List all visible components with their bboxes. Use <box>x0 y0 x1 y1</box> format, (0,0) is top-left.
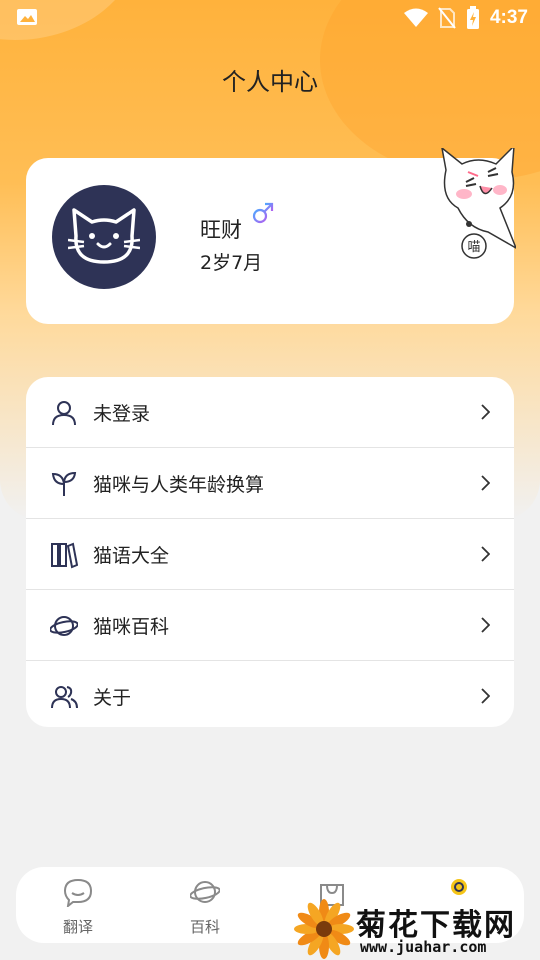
user-icon <box>52 401 76 426</box>
sticker-text: 喵 <box>467 240 480 255</box>
status-bar: 4:37 <box>0 0 540 36</box>
chat-bubble-icon <box>63 878 93 907</box>
books-icon <box>51 542 78 569</box>
pet-name: 旺财 <box>200 218 242 242</box>
tab-label: 百科 <box>189 918 220 936</box>
menu-item-cat-language[interactable]: 猫语大全 <box>26 519 514 590</box>
menu-item-login[interactable]: 未登录 <box>26 377 514 448</box>
users-icon <box>51 686 78 709</box>
menu-label: 关于 <box>93 686 132 709</box>
tab-translate[interactable]: 翻译 <box>18 867 138 943</box>
menu-label: 未登录 <box>93 402 151 425</box>
cat-face-icon <box>68 208 140 264</box>
battery-charging-icon <box>466 6 479 29</box>
chevron-right-icon <box>481 404 490 420</box>
status-time: 4:37 <box>489 7 528 28</box>
watermark: 菊花下载网 www.juahar.com <box>294 898 540 960</box>
planet-icon <box>50 616 78 636</box>
pet-age: 2岁7月 <box>200 252 263 274</box>
menu-label: 猫语大全 <box>93 544 170 567</box>
menu-label: 猫咪百科 <box>93 615 170 638</box>
menu-label: 猫咪与人类年龄换算 <box>93 473 265 496</box>
chevron-right-icon <box>481 546 490 562</box>
watermark-url: www.juahar.com <box>360 938 487 956</box>
chevron-right-icon <box>481 617 490 633</box>
menu-item-age-calculator[interactable]: 猫咪与人类年龄换算 <box>26 448 514 519</box>
chevron-right-icon <box>481 475 490 491</box>
menu-item-cat-wiki[interactable]: 猫咪百科 <box>26 590 514 661</box>
menu-item-about[interactable]: 关于 <box>26 661 514 727</box>
sprout-icon <box>51 471 77 496</box>
menu-card: 未登录 猫咪与人类年龄换算 猫语大全 猫咪百科 关于 <box>26 377 514 727</box>
tab-label: 翻译 <box>62 918 93 936</box>
cat-sticker-image: 喵 <box>441 148 516 259</box>
profile-card[interactable]: 旺财 2岁7月 喵 <box>26 148 516 324</box>
chevron-right-icon <box>481 688 490 704</box>
male-symbol-icon <box>252 202 274 224</box>
planet-icon <box>190 881 220 903</box>
page-title: 个人中心 <box>222 68 318 96</box>
flower-logo <box>294 899 354 959</box>
avatar[interactable] <box>52 185 156 289</box>
tab-wiki[interactable]: 百科 <box>145 867 265 943</box>
wifi-icon <box>403 8 428 27</box>
no-sim-icon <box>438 7 456 29</box>
image-icon <box>17 9 37 25</box>
